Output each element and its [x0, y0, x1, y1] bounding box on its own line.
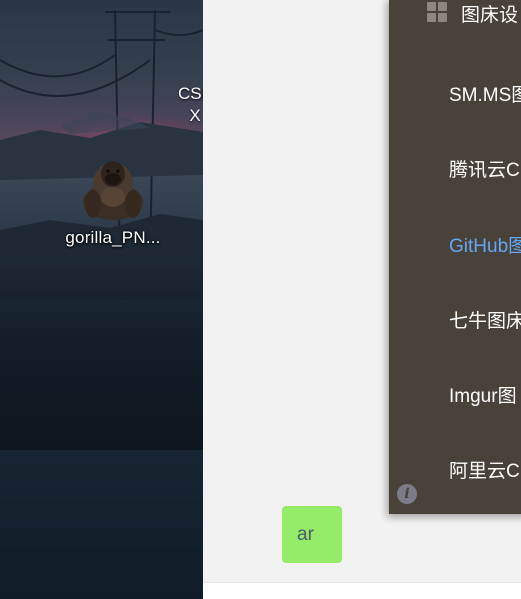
desktop-icon-label: gorilla_PN...: [65, 228, 161, 247]
image-host-menu: 图床设 SM.MS图 腾讯云C GitHub图 七牛图床 Imgur图 阿里云C…: [389, 0, 521, 514]
menu-item-smms[interactable]: SM.MS图: [449, 80, 521, 107]
partial-label-line1: CSF: [178, 84, 203, 103]
chat-bubble-text: ar: [297, 524, 314, 545]
menu-item-github[interactable]: GitHub图: [449, 231, 521, 258]
menu-item-imgur[interactable]: Imgur图: [449, 381, 517, 408]
dark-hills: [0, 250, 203, 450]
bottom-strip: [203, 582, 521, 599]
gorilla-image-icon: [83, 161, 143, 220]
partial-desktop-icon-label[interactable]: CSF X: [175, 83, 203, 127]
partial-label-line2: X: [189, 106, 201, 125]
info-icon[interactable]: i: [397, 484, 417, 504]
menu-header[interactable]: 图床设: [427, 0, 521, 26]
menu-item-qiniu[interactable]: 七牛图床: [449, 306, 521, 333]
desktop-icon-gorilla[interactable]: gorilla_PN...: [58, 152, 168, 248]
grid-icon: [427, 2, 447, 22]
desktop-wallpaper: gorilla_PN... CSF X: [0, 0, 203, 599]
chat-message-bubble[interactable]: ar: [282, 506, 342, 563]
menu-item-tencent-cos[interactable]: 腾讯云C: [449, 155, 520, 182]
menu-item-aliyun-oss[interactable]: 阿里云C: [449, 456, 520, 483]
menu-title: 图床设: [461, 5, 519, 26]
